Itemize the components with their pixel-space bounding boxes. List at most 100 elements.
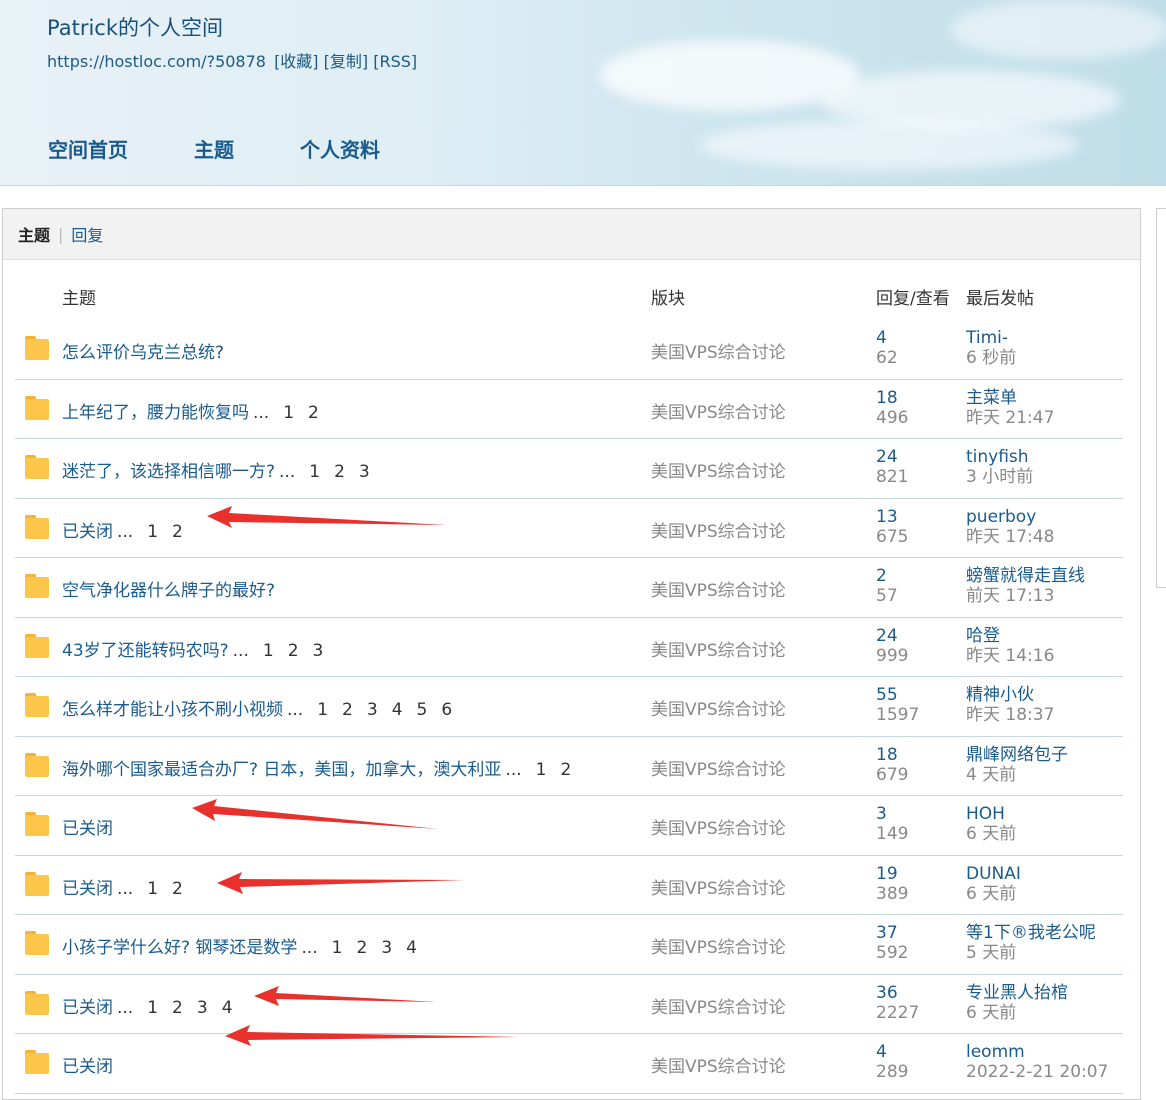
thread-title-link[interactable]: 43岁了还能转码农吗? — [62, 641, 229, 661]
page-link[interactable]: 2 — [308, 403, 319, 423]
last-post-user[interactable]: DUNAI — [966, 864, 1021, 884]
page-link[interactable]: 5 — [417, 700, 428, 720]
last-post: 等1下®我老公呢 5 天前 — [966, 923, 1096, 963]
folder-icon — [25, 752, 49, 777]
forum-link[interactable]: 美国VPS综合讨论 — [651, 933, 786, 958]
thread-title-link[interactable]: 已关闭 — [62, 998, 113, 1018]
page-link[interactable]: 2 — [560, 760, 571, 780]
forum-link[interactable]: 美国VPS综合讨论 — [651, 517, 786, 542]
page-link[interactable]: 1 — [263, 641, 274, 661]
page-link[interactable]: 3 — [381, 938, 392, 958]
last-post: 哈登 昨天 14:16 — [966, 626, 1054, 666]
thread-title-link[interactable]: 已关闭 — [62, 819, 113, 839]
last-post-user[interactable]: 专业黑人抬棺 — [966, 983, 1068, 1003]
view-count: 496 — [876, 407, 909, 428]
thread-title-link[interactable]: 怎么评价乌克兰总统? — [62, 343, 224, 363]
forum-link[interactable]: 美国VPS综合讨论 — [651, 874, 786, 899]
page-link[interactable]: 1 — [309, 462, 320, 482]
page-link[interactable]: 1 — [283, 403, 294, 423]
sky-cloud — [950, 0, 1166, 60]
replies-views: 24 999 — [876, 626, 908, 666]
page-link[interactable]: 1 — [332, 938, 343, 958]
last-post-user[interactable]: 鼎峰网络包子 — [966, 745, 1068, 765]
thread-title-link[interactable]: 海外哪个国家最适合办厂? 日本，美国，加拿大，澳大利亚 — [62, 760, 501, 780]
tab-threads[interactable]: 主题 — [18, 222, 50, 246]
page-link[interactable]: 2 — [356, 938, 367, 958]
table-row: 怎么评价乌克兰总统? 美国VPS综合讨论 4 62 Timi- 6 秒前 — [15, 320, 1123, 380]
last-post-user[interactable]: 哈登 — [966, 626, 1054, 646]
page-link[interactable]: 6 — [441, 700, 452, 720]
last-post-user[interactable]: 主菜单 — [966, 388, 1054, 408]
copy-link[interactable]: [复制] — [324, 52, 369, 71]
nav-home[interactable]: 空间首页 — [48, 134, 128, 163]
page-link[interactable]: 2 — [172, 998, 183, 1018]
forum-link[interactable]: 美国VPS综合讨论 — [651, 993, 786, 1018]
thread-title-link[interactable]: 已关闭 — [62, 879, 113, 899]
forum-link[interactable]: 美国VPS综合讨论 — [651, 695, 786, 720]
thread-title-cell: 43岁了还能转码农吗?... 1 2 3 — [62, 636, 323, 661]
table-row: 已关闭... 1 2 美国VPS综合讨论 13 675 puerboy 昨天 17:… — [15, 499, 1123, 558]
last-post: 专业黑人抬棺 6 天前 — [966, 983, 1068, 1023]
forum-link[interactable]: 美国VPS综合讨论 — [651, 457, 786, 482]
thread-title-link[interactable]: 上年纪了，腰力能恢复吗 — [62, 403, 249, 423]
forum-link[interactable]: 美国VPS综合讨论 — [651, 338, 786, 363]
last-post-user[interactable]: leomm — [966, 1042, 1108, 1062]
page-link[interactable]: 4 — [406, 938, 417, 958]
page-link[interactable]: 2 — [172, 879, 183, 899]
last-post-time: 6 天前 — [966, 1002, 1017, 1023]
thread-title-cell: 迷茫了，该选择相信哪一方?... 1 2 3 — [62, 457, 370, 482]
thread-title-link[interactable]: 已关闭 — [62, 1057, 113, 1077]
page-link[interactable]: 1 — [317, 700, 328, 720]
page-link[interactable]: 1 — [147, 522, 158, 542]
reply-count: 18 — [876, 387, 898, 408]
last-post-user[interactable]: tinyfish — [966, 447, 1033, 467]
thread-title-link[interactable]: 小孩子学什么好? 钢琴还是数学 — [62, 938, 297, 958]
page-link[interactable]: 2 — [172, 522, 183, 542]
last-post-user[interactable]: 等1下®我老公呢 — [966, 923, 1096, 943]
view-count: 389 — [876, 883, 909, 904]
nav-threads[interactable]: 主题 — [194, 134, 234, 163]
table-row: 已关闭 美国VPS综合讨论 4 289 leomm 2022-2-21 20:0… — [15, 1034, 1123, 1094]
page-link[interactable]: 3 — [313, 641, 324, 661]
page-link[interactable]: 1 — [536, 760, 547, 780]
last-post-user[interactable]: 螃蟹就得走直线 — [966, 566, 1085, 586]
tab-bar: 主题 | 回复 — [3, 209, 1140, 260]
thread-title-link[interactable]: 迷茫了，该选择相信哪一方? — [62, 462, 275, 482]
forum-link[interactable]: 美国VPS综合讨论 — [651, 398, 786, 423]
forum-link[interactable]: 美国VPS综合讨论 — [651, 636, 786, 661]
page-link[interactable]: 3 — [197, 998, 208, 1018]
page-link[interactable]: 4 — [222, 998, 233, 1018]
page-link[interactable]: 1 — [147, 879, 158, 899]
forum-link[interactable]: 美国VPS综合讨论 — [651, 755, 786, 780]
header-topic: 主题 — [62, 289, 96, 309]
forum-link[interactable]: 美国VPS综合讨论 — [651, 1052, 786, 1077]
page-link[interactable]: 1 — [147, 998, 158, 1018]
favorite-link[interactable]: [收藏] — [274, 52, 319, 71]
page-link[interactable]: 4 — [392, 700, 403, 720]
last-post-user[interactable]: puerboy — [966, 507, 1054, 527]
last-post-user[interactable]: 精神小伙 — [966, 685, 1054, 705]
page-link[interactable]: 2 — [288, 641, 299, 661]
page-link[interactable]: 2 — [334, 462, 345, 482]
forum-link[interactable]: 美国VPS综合讨论 — [651, 814, 786, 839]
last-post: 鼎峰网络包子 4 天前 — [966, 745, 1068, 785]
thread-title-link[interactable]: 已关闭 — [62, 522, 113, 542]
rss-link[interactable]: [RSS] — [373, 52, 417, 71]
replies-views: 4 289 — [876, 1042, 908, 1082]
nav-profile[interactable]: 个人资料 — [300, 134, 380, 163]
tab-replies[interactable]: 回复 — [71, 222, 103, 246]
view-count: 2227 — [876, 1002, 920, 1023]
last-post-user[interactable]: Timi- — [966, 328, 1016, 348]
thread-title-link[interactable]: 空气净化器什么牌子的最好? — [62, 581, 275, 601]
last-post-time: 2022-2-21 20:07 — [966, 1062, 1109, 1082]
thread-title-link[interactable]: 怎么样才能让小孩不刷小视频 — [62, 700, 283, 720]
page-link[interactable]: 3 — [359, 462, 370, 482]
last-post-user[interactable]: HOH — [966, 804, 1016, 824]
view-count: 821 — [876, 467, 909, 487]
forum-link[interactable]: 美国VPS综合讨论 — [651, 576, 786, 601]
page-link[interactable]: 3 — [367, 700, 378, 720]
folder-icon — [25, 931, 49, 955]
space-url[interactable]: https://hostloc.com/?50878 — [47, 52, 266, 71]
view-count: 679 — [876, 764, 909, 785]
page-link[interactable]: 2 — [342, 700, 353, 720]
